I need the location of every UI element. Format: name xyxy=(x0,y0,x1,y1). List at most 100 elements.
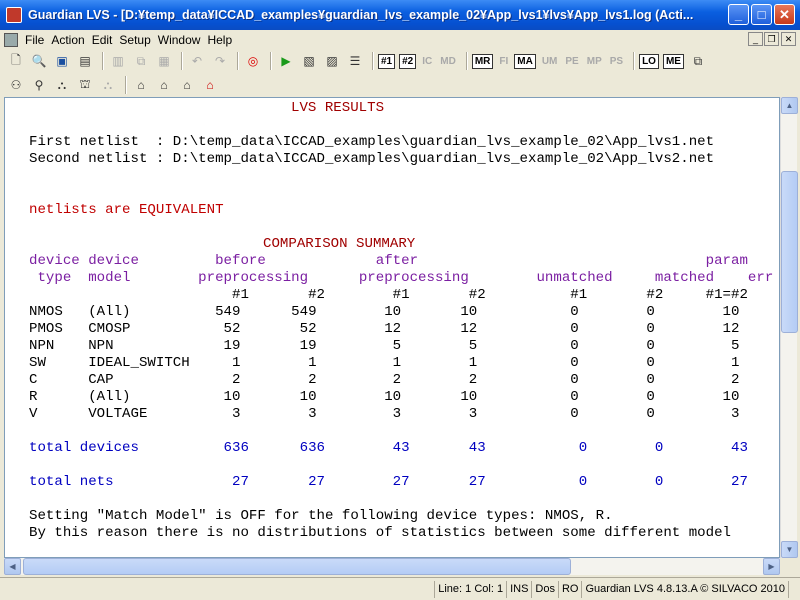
toolbar-separator xyxy=(237,52,239,70)
vertical-scroll-thumb[interactable] xyxy=(781,171,798,333)
open-log-icon[interactable]: ▧ xyxy=(299,51,319,71)
mdi-restore-button[interactable]: ❐ xyxy=(764,32,779,46)
binoculars-icon[interactable]: ⚇ xyxy=(6,75,26,95)
equivalence-status: netlists are EQUIVALENT xyxy=(29,202,224,218)
first-netlist-line: First netlist : D:\temp_data\ICCAD_examp… xyxy=(29,134,715,150)
toolbar-separator xyxy=(181,52,183,70)
document-icon[interactable] xyxy=(4,32,18,47)
menu-setup[interactable]: Setup xyxy=(119,33,150,47)
scroll-down-icon[interactable]: ▼ xyxy=(781,541,798,558)
toolbar-separator xyxy=(270,52,272,70)
menu-file[interactable]: File xyxy=(25,33,44,47)
total-devices-row: total devices 636 636 43 43 0 0 43 xyxy=(29,440,748,456)
match-model-note: Setting "Match Model" is OFF for the fol… xyxy=(29,508,613,524)
table-row: C CAP 2 2 2 2 0 0 2 0 xyxy=(29,372,780,388)
chip-icon[interactable]: ⌂ xyxy=(131,75,151,95)
summary-title: COMPARISON SUMMARY xyxy=(263,236,416,252)
cursor-position: Line: 1 Col: 1 xyxy=(434,580,506,598)
cut-icon[interactable]: ▥ xyxy=(108,51,128,71)
table-row: SW IDEAL_SWITCH 1 1 1 1 0 0 1 0 xyxy=(29,355,780,371)
table-row: PMOS CMOSP 52 52 12 12 0 0 12 0 xyxy=(29,321,780,337)
application-window: Guardian LVS - [D:¥temp_data¥ICCAD_examp… xyxy=(0,0,800,600)
report-text-view[interactable]: LVS RESULTS First netlist : D:\temp_data… xyxy=(4,97,780,558)
chip-red-icon[interactable]: ⌂ xyxy=(200,75,220,95)
um-button[interactable]: UM xyxy=(540,55,560,68)
table-row: V VOLTAGE 3 3 3 3 0 0 3 0 xyxy=(29,406,780,422)
table-row: NMOS (All) 549 549 10 10 0 0 10 0 xyxy=(29,304,780,320)
column-header-3: #1 #2 #1 #2 #1 #2 #1=#2 #1= xyxy=(29,287,780,303)
help-icon[interactable]: ◎ xyxy=(243,51,263,71)
minimize-button[interactable]: _ xyxy=(728,4,749,25)
pe-button[interactable]: PE xyxy=(563,55,580,68)
table-row: R (All) 10 10 10 10 0 0 10 0 xyxy=(29,389,780,405)
netlist-1-button[interactable]: #1 xyxy=(378,53,396,69)
resize-grip-icon[interactable] xyxy=(788,580,800,598)
find-icon[interactable]: 🔍 xyxy=(29,51,49,71)
close-button[interactable]: ✕ xyxy=(774,4,795,25)
horizontal-scrollbar[interactable]: ◀ ▶ xyxy=(4,558,780,575)
scroll-left-icon[interactable]: ◀ xyxy=(4,558,21,575)
toolbar-separator xyxy=(633,52,636,70)
redo-icon[interactable]: ↷ xyxy=(210,51,230,71)
mdi-close-button[interactable]: ✕ xyxy=(781,32,796,46)
toolbar-separator xyxy=(465,52,468,70)
report-header: LVS RESULTS xyxy=(291,100,385,116)
horizontal-scroll-thumb[interactable] xyxy=(23,558,571,575)
ma-button[interactable]: MA xyxy=(514,53,536,69)
second-netlist-line: Second netlist : D:\temp_data\ICCAD_exam… xyxy=(29,151,715,167)
tree-collapse-icon[interactable]: ⛫ xyxy=(75,75,95,95)
line-ending: Dos xyxy=(531,580,558,598)
scroll-right-icon[interactable]: ▶ xyxy=(763,558,780,575)
main-toolbar: 🗋 🔍 ▣ ▤ ▥ ⧉ ▦ ↶ ↷ ◎ ▶ ▧ ▨ ☰ #1 #2 IC MD … xyxy=(0,49,800,73)
toolbar-separator xyxy=(372,52,374,70)
navigation-toolbar: ⚇ ⚲ ⛬ ⛫ ⛬ ⌂ ⌂ ⌂ ⌂ xyxy=(0,73,800,97)
total-nets-row: total nets 27 27 27 27 0 0 27 xyxy=(29,474,748,490)
vertical-scrollbar[interactable]: ▲ ▼ xyxy=(780,97,798,558)
print-icon[interactable]: ▤ xyxy=(75,51,95,71)
save-icon[interactable]: ▣ xyxy=(52,51,72,71)
title-bar[interactable]: Guardian LVS - [D:¥temp_data¥ICCAD_examp… xyxy=(0,0,800,30)
table-row: NPN NPN 19 19 5 5 0 0 5 0 xyxy=(29,338,780,354)
distribution-note: By this reason there is no distributions… xyxy=(29,525,731,541)
lo-button[interactable]: LO xyxy=(639,53,659,69)
menu-action[interactable]: Action xyxy=(51,33,84,47)
insert-mode: INS xyxy=(506,580,531,598)
find-next-icon[interactable]: ⚲ xyxy=(29,75,49,95)
copy-report-icon[interactable]: ⧉ xyxy=(688,51,708,71)
product-version: Guardian LVS 4.8.13.A © SILVACO 2010 xyxy=(581,580,788,598)
menu-bar: File Action Edit Setup Window Help xyxy=(0,30,800,49)
ic-button[interactable]: IC xyxy=(420,55,434,68)
list-icon[interactable]: ☰ xyxy=(345,51,365,71)
copy-icon[interactable]: ⧉ xyxy=(131,51,151,71)
ps-button[interactable]: PS xyxy=(608,55,625,68)
md-button[interactable]: MD xyxy=(438,55,458,68)
mp-button[interactable]: MP xyxy=(585,55,604,68)
window-title: Guardian LVS - [D:¥temp_data¥ICCAD_examp… xyxy=(28,8,694,22)
maximize-button[interactable]: □ xyxy=(751,4,772,25)
disabled-nav-icon[interactable]: ⛬ xyxy=(98,75,118,95)
me-button[interactable]: ME xyxy=(662,53,684,69)
report-icon[interactable]: ▨ xyxy=(322,51,342,71)
mdi-minimize-button[interactable]: _ xyxy=(748,32,763,46)
new-file-icon[interactable]: 🗋 xyxy=(6,51,26,71)
undo-icon[interactable]: ↶ xyxy=(187,51,207,71)
app-icon xyxy=(6,7,22,23)
netlist-2-button[interactable]: #2 xyxy=(399,53,417,69)
column-header-1: device device before after param xyxy=(29,253,748,269)
status-bar: Line: 1 Col: 1 INS Dos RO Guardian LVS 4… xyxy=(0,577,800,600)
paste-icon[interactable]: ▦ xyxy=(154,51,174,71)
run-icon[interactable]: ▶ xyxy=(276,51,296,71)
chip-up-icon[interactable]: ⌂ xyxy=(154,75,174,95)
mr-button[interactable]: MR xyxy=(471,53,494,69)
read-only-flag: RO xyxy=(557,580,582,598)
toolbar-separator xyxy=(125,76,127,94)
menu-help[interactable]: Help xyxy=(207,33,232,47)
chip-down-icon[interactable]: ⌂ xyxy=(177,75,197,95)
toolbar-separator xyxy=(102,52,104,70)
menu-edit[interactable]: Edit xyxy=(92,33,113,47)
tree-expand-icon[interactable]: ⛬ xyxy=(52,75,72,95)
column-header-2: type model preprocessing preprocessing u… xyxy=(29,270,774,286)
scroll-up-icon[interactable]: ▲ xyxy=(781,97,798,114)
fi-button[interactable]: FI xyxy=(497,55,510,68)
menu-window[interactable]: Window xyxy=(158,33,201,47)
